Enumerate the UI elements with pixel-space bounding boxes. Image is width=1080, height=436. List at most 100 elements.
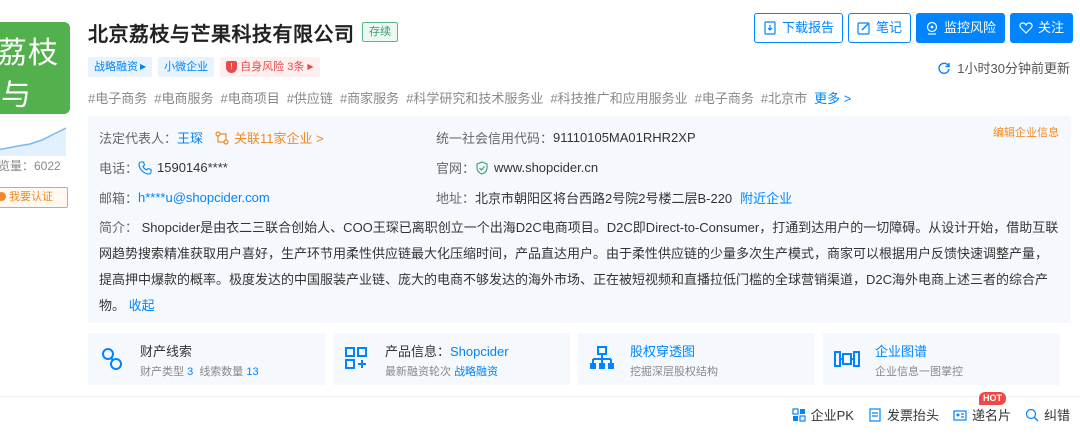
legal-rep-row: 法定代表人： 王琛 关联11家企业 > <box>99 128 324 147</box>
update-text: 1小时30分钟前更新 <box>957 61 1070 76</box>
graph-map-icon <box>834 351 860 367</box>
invoice-title-button[interactable]: 发票抬头 <box>868 405 939 424</box>
equity-chart-card[interactable]: 股权穿透图 挖掘深层股权结构 <box>578 333 815 385</box>
caret-right-icon: ▶ <box>307 62 314 71</box>
claim-label: 我要认证 <box>9 191 53 203</box>
credit-code-row: 统一社会信用代码： 91110105MA01RHR2XP <box>436 128 696 147</box>
industry-tag[interactable]: #电子商务 <box>695 88 754 107</box>
company-pk-button[interactable]: 企业PK <box>792 405 854 424</box>
industry-tag[interactable]: #电商服务 <box>154 88 213 107</box>
relation-icon <box>215 130 229 145</box>
shield-icon: ! <box>226 61 238 73</box>
monitor-icon <box>926 21 938 35</box>
assets-clue-card[interactable]: 财产线索 财产类型 3 线索数量 13 <box>88 333 325 385</box>
company-intro: 简介： Shopcider是由衣二三联合创始人、COO王琛已离职创立一个出海D2… <box>99 215 1059 319</box>
monitor-risk-button[interactable]: 监控风险 <box>916 13 1006 43</box>
heart-icon <box>1019 22 1033 34</box>
address-label: 地址： <box>436 191 476 206</box>
company-logo: 荔枝 与 <box>0 22 70 114</box>
product-link[interactable]: Shopcider <box>450 344 509 359</box>
business-card-button[interactable]: 递名片 HOT <box>953 392 1011 424</box>
collapse-intro-link[interactable]: 收起 <box>129 298 155 313</box>
download-report-button[interactable]: 下载报告 <box>754 13 844 43</box>
credit-code-label: 统一社会信用代码： <box>436 131 554 146</box>
credit-code-value: 91110105MA01RHR2XP <box>553 130 696 145</box>
document-icon <box>764 21 776 35</box>
nearby-companies-link[interactable]: 附近企业 <box>740 188 792 207</box>
industry-tag[interactable]: #科技推广和应用服务业 <box>550 88 687 107</box>
industry-tag[interactable]: #科学研究和技术服务业 <box>406 88 543 107</box>
company-graph-card[interactable]: 企业图谱 企业信息一图掌控 <box>823 333 1060 385</box>
report-error-button[interactable]: 纠错 <box>1025 405 1070 424</box>
follow-button[interactable]: 关注 <box>1010 13 1074 43</box>
financing-tag[interactable]: 战略融资 ▶ <box>88 57 153 77</box>
industry-tags: #电子商务 #电商服务 #电商项目 #供应链 #商家服务 #科学研究和技术服务业… <box>88 88 851 107</box>
card-icon <box>953 409 967 421</box>
refresh-icon[interactable] <box>937 61 951 75</box>
report-error-label: 纠错 <box>1043 408 1070 423</box>
risk-tag-label: 自身风险 3条 <box>240 61 305 73</box>
phone-icon <box>138 160 152 175</box>
verified-shield-icon <box>476 160 488 175</box>
address-value: 北京市朝阳区将台西路2号院2号楼二层B-220 <box>475 191 733 206</box>
business-card-label: 递名片 <box>971 408 1011 423</box>
related-companies-link[interactable]: 关联11家企业 > <box>234 128 324 147</box>
footer-tools: 企业PK 发票抬头 递名片 HOT 纠错 <box>792 392 1070 424</box>
phone-label: 电话： <box>99 161 139 176</box>
edit-company-info-link[interactable]: 编辑企业信息 <box>993 124 1059 140</box>
size-tag[interactable]: 小微企业 <box>158 57 215 77</box>
note-label: 笔记 <box>876 20 903 35</box>
website-link[interactable]: www.shopcider.cn <box>494 160 598 175</box>
industry-tag[interactable]: #供应链 <box>287 88 333 107</box>
website-row: 官网： www.shopcider.cn <box>436 158 598 177</box>
download-report-label: 下载报告 <box>782 20 835 35</box>
feature-cards: 财产线索 财产类型 3 线索数量 13 产品信息：Shopcider 最新融资轮… <box>88 333 1060 385</box>
invoice-icon <box>869 407 881 422</box>
hot-badge: HOT <box>978 392 1006 405</box>
card-title: 企业图谱 <box>875 344 928 359</box>
follow-label: 关注 <box>1038 20 1065 35</box>
intro-label: 简介： <box>99 220 139 235</box>
email-row: 邮箱： h****u@shopcider.com <box>99 188 270 207</box>
views-count: 览量：6022 <box>0 159 61 173</box>
views-sparkline-icon <box>0 127 66 156</box>
phone-row: 电话： 1590146**** <box>99 158 228 177</box>
legal-rep-link[interactable]: 王琛 <box>177 128 203 147</box>
card-subtitle: 挖掘深层股权结构 <box>630 366 718 378</box>
note-button[interactable]: 笔记 <box>848 13 912 43</box>
legal-rep-label: 法定代表人： <box>99 131 178 146</box>
company-name: 北京荔枝与芒果科技有限公司 <box>88 24 355 46</box>
phone-value: 1590146**** <box>157 160 228 175</box>
intro-text: Shopcider是由衣二三联合创始人、COO王琛已离职创立一个出海D2C电商项… <box>99 220 1059 313</box>
industry-tag[interactable]: #电子商务 <box>88 88 147 107</box>
edit-icon <box>857 22 870 35</box>
claim-icon <box>0 192 6 201</box>
grid-plus-icon <box>345 347 367 369</box>
update-info: 1小时30分钟前更新 <box>937 58 1070 77</box>
industry-tag[interactable]: #商家服务 <box>340 88 399 107</box>
card-title: 产品信息：Shopcider <box>385 344 509 359</box>
address-row: 地址： 北京市朝阳区将台西路2号院2号楼二层B-220 附近企业 <box>436 188 792 207</box>
monitor-risk-label: 监控风险 <box>944 20 997 35</box>
card-subtitle: 最新融资轮次 战略融资 <box>385 366 499 378</box>
card-title: 股权穿透图 <box>630 344 696 359</box>
link-chain-icon <box>102 348 122 370</box>
more-tags-link[interactable]: 更多 > <box>814 88 851 107</box>
company-pk-label: 企业PK <box>810 408 854 423</box>
card-subtitle: 企业信息一图掌控 <box>875 366 963 378</box>
product-info-card[interactable]: 产品信息：Shopcider 最新融资轮次 战略融资 <box>333 333 570 385</box>
compare-icon <box>792 407 806 422</box>
correction-icon <box>1025 408 1039 421</box>
risk-tag[interactable]: ! 自身风险 3条 ▶ <box>220 57 320 77</box>
divider <box>0 396 1080 397</box>
industry-tag[interactable]: #电商项目 <box>220 88 279 107</box>
logo-text-line2: 与 <box>1 78 31 113</box>
email-link[interactable]: h****u@shopcider.com <box>138 190 270 205</box>
company-info-panel: 编辑企业信息 法定代表人： 王琛 关联11家企业 > 统一社会信用代码： 911… <box>88 116 1071 323</box>
email-label: 邮箱： <box>99 191 139 206</box>
financing-tag-label: 战略融资 <box>94 61 138 73</box>
industry-tag[interactable]: #北京市 <box>761 88 807 107</box>
invoice-title-label: 发票抬头 <box>886 408 939 423</box>
logo-text-line1: 荔枝 <box>0 36 59 71</box>
claim-button[interactable]: 我要认证 <box>0 187 68 208</box>
